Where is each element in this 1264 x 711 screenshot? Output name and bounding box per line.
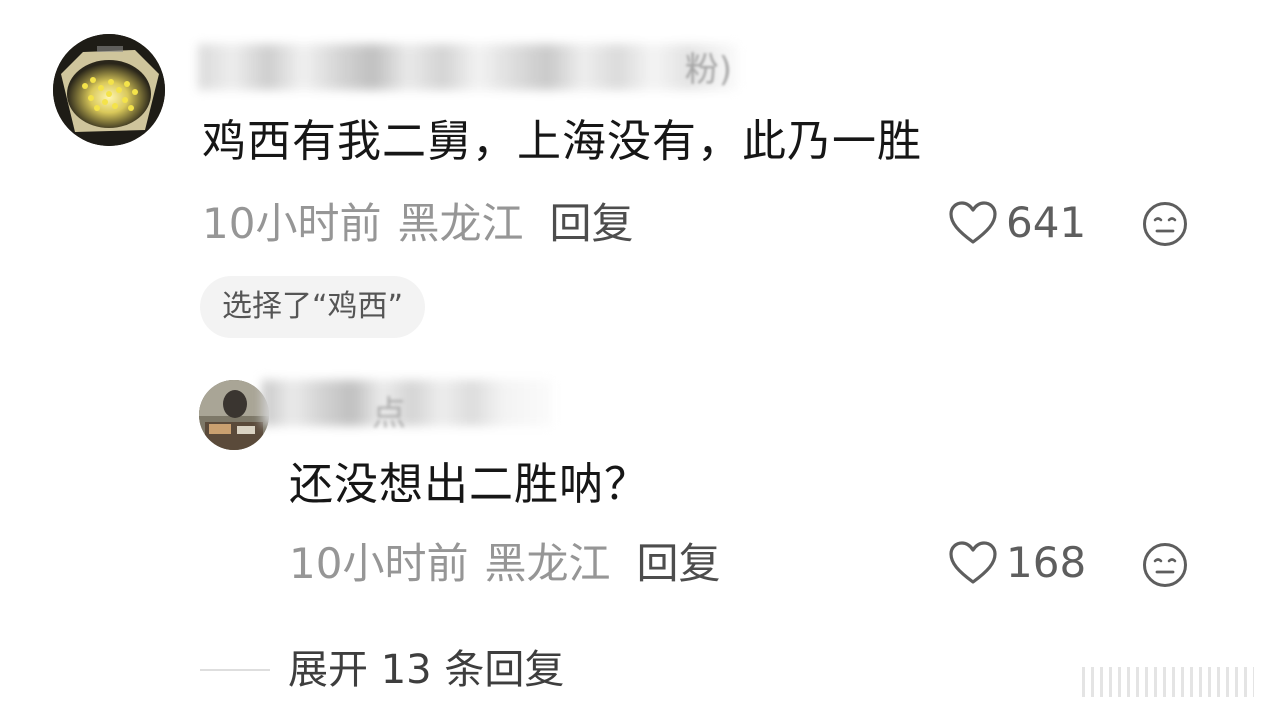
comment-like-count: 641	[1006, 198, 1087, 247]
watermark-logo	[1082, 667, 1254, 697]
reply-reply-button[interactable]: 回复	[636, 539, 720, 588]
reply-location: 黑龙江	[484, 539, 611, 588]
comment-like-button[interactable]: 641	[948, 199, 1086, 247]
redaction-blur	[262, 380, 552, 426]
comment-reply-button[interactable]: 回复	[549, 199, 633, 248]
replier-username-redacted[interactable]: 点	[262, 374, 562, 434]
reply-dislike-button[interactable]	[1141, 541, 1189, 589]
comment-time: 10小时前	[202, 199, 382, 248]
comment-meta: 10小时前 黑龙江 回复	[202, 200, 633, 248]
neutral-face-icon	[1143, 543, 1187, 587]
reply-text: 还没想出二胜呐？	[289, 459, 649, 510]
expand-replies-button[interactable]: 展开 13 条回复	[200, 644, 564, 696]
comment-location: 黑龙江	[397, 199, 524, 248]
reply-like-button[interactable]: 168	[948, 539, 1086, 587]
comment-dislike-button[interactable]	[1141, 200, 1189, 248]
reply-meta: 10小时前 黑龙江 回复	[289, 540, 720, 588]
reply-like-count: 168	[1006, 538, 1087, 587]
heart-outline-icon	[949, 201, 997, 244]
replier-username-tail: 点	[372, 394, 406, 434]
vote-choice-badge[interactable]: 选择了“鸡西”	[200, 276, 426, 338]
reply-time: 10小时前	[289, 539, 469, 588]
heart-outline-icon	[949, 541, 997, 584]
commenter-username-redacted[interactable]: 粉)	[198, 36, 738, 92]
expand-replies-label: 展开 13 条回复	[288, 647, 565, 693]
replier-avatar[interactable]	[199, 380, 269, 450]
commenter-username-tail: 粉)	[684, 50, 732, 90]
comment-thread: 粉) 鸡西有我二舅，上海没有，此乃一胜 10小时前 黑龙江 回复 641 选择了“鸡…	[0, 0, 1264, 711]
expand-divider	[200, 669, 270, 671]
commenter-avatar[interactable]	[53, 34, 165, 146]
bouquet-avatar-image	[53, 34, 165, 146]
comment-text: 鸡西有我二舅，上海没有，此乃一胜	[202, 116, 922, 167]
redaction-blur	[198, 44, 738, 90]
person-avatar-image	[199, 380, 269, 450]
neutral-face-icon	[1143, 202, 1187, 246]
